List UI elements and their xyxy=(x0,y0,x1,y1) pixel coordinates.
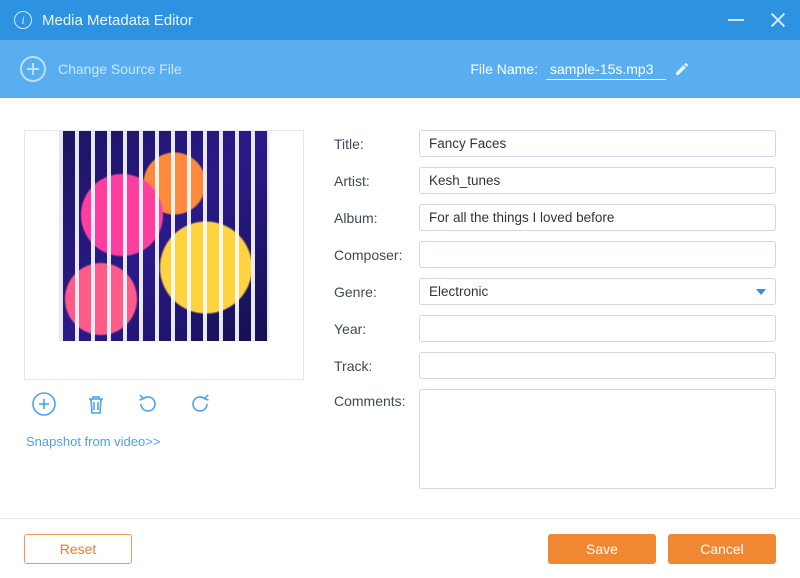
add-artwork-button[interactable] xyxy=(30,390,58,418)
artist-label: Artist: xyxy=(334,173,419,189)
composer-label: Composer: xyxy=(334,247,419,263)
title-label: Title: xyxy=(334,136,419,152)
change-source-button[interactable]: Change Source File xyxy=(58,61,182,77)
composer-input[interactable] xyxy=(419,241,776,268)
genre-value: Electronic xyxy=(429,284,488,299)
footer: Reset Save Cancel xyxy=(0,518,800,578)
main-content: Snapshot from video>> Title: Artist: Alb… xyxy=(0,98,800,518)
cancel-button[interactable]: Cancel xyxy=(668,534,776,564)
file-name-label: File Name: xyxy=(470,61,538,77)
metadata-form: Title: Artist: Album: Composer: Genre: E… xyxy=(334,130,776,508)
year-input[interactable] xyxy=(419,315,776,342)
chevron-down-icon xyxy=(756,289,766,295)
close-icon[interactable] xyxy=(770,12,786,28)
artwork-controls xyxy=(24,380,304,424)
track-label: Track: xyxy=(334,358,419,374)
reset-button[interactable]: Reset xyxy=(24,534,132,564)
track-input[interactable] xyxy=(419,352,776,379)
comments-label: Comments: xyxy=(334,389,419,409)
save-button[interactable]: Save xyxy=(548,534,656,564)
edit-icon[interactable] xyxy=(674,61,690,77)
title-input[interactable] xyxy=(419,130,776,157)
album-input[interactable] xyxy=(419,204,776,231)
rotate-left-button[interactable] xyxy=(134,390,162,418)
info-icon: i xyxy=(14,11,32,29)
artwork-panel: Snapshot from video>> xyxy=(24,130,304,508)
genre-select[interactable]: Electronic xyxy=(419,278,776,305)
artist-input[interactable] xyxy=(419,167,776,194)
add-source-icon[interactable] xyxy=(20,56,46,82)
minimize-icon[interactable] xyxy=(728,19,744,21)
delete-artwork-button[interactable] xyxy=(82,390,110,418)
toolbar: Change Source File File Name: sample-15s… xyxy=(0,40,800,98)
genre-label: Genre: xyxy=(334,284,419,300)
comments-input[interactable] xyxy=(419,389,776,489)
artwork-frame xyxy=(24,130,304,380)
rotate-right-button[interactable] xyxy=(186,390,214,418)
year-label: Year: xyxy=(334,321,419,337)
file-name-block: File Name: sample-15s.mp3 xyxy=(470,59,780,80)
title-bar: i Media Metadata Editor xyxy=(0,0,800,40)
album-art xyxy=(59,131,269,341)
file-name-value[interactable]: sample-15s.mp3 xyxy=(546,59,666,80)
window-controls xyxy=(728,12,786,28)
window-title: Media Metadata Editor xyxy=(42,12,193,29)
album-label: Album: xyxy=(334,210,419,226)
snapshot-link[interactable]: Snapshot from video>> xyxy=(24,424,162,459)
